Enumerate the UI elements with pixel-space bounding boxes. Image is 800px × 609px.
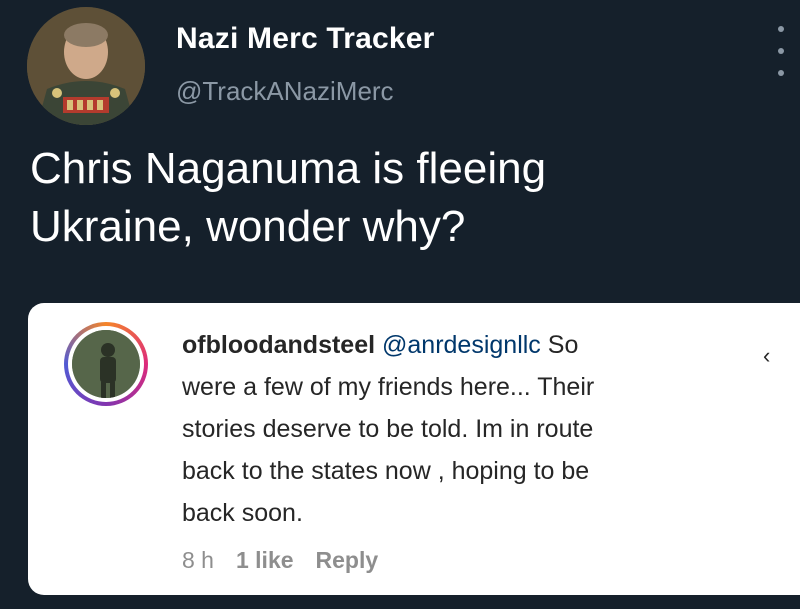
profile-photo-icon xyxy=(27,7,145,125)
comment-meta: 8 h 1 like Reply xyxy=(182,547,378,574)
comment-line: ofbloodandsteel @anrdesignllc So xyxy=(182,324,742,366)
embedded-comment-screenshot[interactable]: ofbloodandsteel @anrdesignllc So were a … xyxy=(28,303,800,595)
chevron-left-icon[interactable]: ‹ xyxy=(763,343,770,369)
instagram-avatar-icon[interactable] xyxy=(64,322,148,406)
more-vertical-icon[interactable] xyxy=(774,26,788,76)
author-handle[interactable]: @TrackANaziMerc xyxy=(176,76,394,107)
more-dot xyxy=(778,70,784,76)
comment-likes[interactable]: 1 like xyxy=(236,547,294,574)
tweet-text: Chris Naganuma is fleeing Ukraine, wonde… xyxy=(30,140,730,256)
author-name[interactable]: Nazi Merc Tracker xyxy=(176,22,435,56)
comment-mention[interactable]: @anrdesignllc xyxy=(382,331,541,359)
comment-time: 8 h xyxy=(182,547,214,573)
comment-line: stories deserve to be told. Im in route xyxy=(182,415,594,443)
tweet-text-line: Chris Naganuma is fleeing xyxy=(30,144,547,193)
avatar-photo xyxy=(72,330,140,398)
soldier-photo-icon xyxy=(72,330,140,398)
comment-username[interactable]: ofbloodandsteel xyxy=(182,331,375,359)
comment-text: So xyxy=(547,331,579,359)
more-dot xyxy=(778,26,784,32)
comment-body: ofbloodandsteel @anrdesignllc So were a … xyxy=(182,324,742,534)
reply-button[interactable]: Reply xyxy=(316,547,379,574)
comment-line: were a few of my friends here... Their xyxy=(182,373,595,401)
more-dot xyxy=(778,48,784,54)
tweet-avatar[interactable] xyxy=(27,7,145,125)
comment-line: back soon. xyxy=(182,499,303,527)
tweet-text-line: Ukraine, wonder why? xyxy=(30,202,466,251)
comment-line: back to the states now , hoping to be xyxy=(182,457,590,485)
